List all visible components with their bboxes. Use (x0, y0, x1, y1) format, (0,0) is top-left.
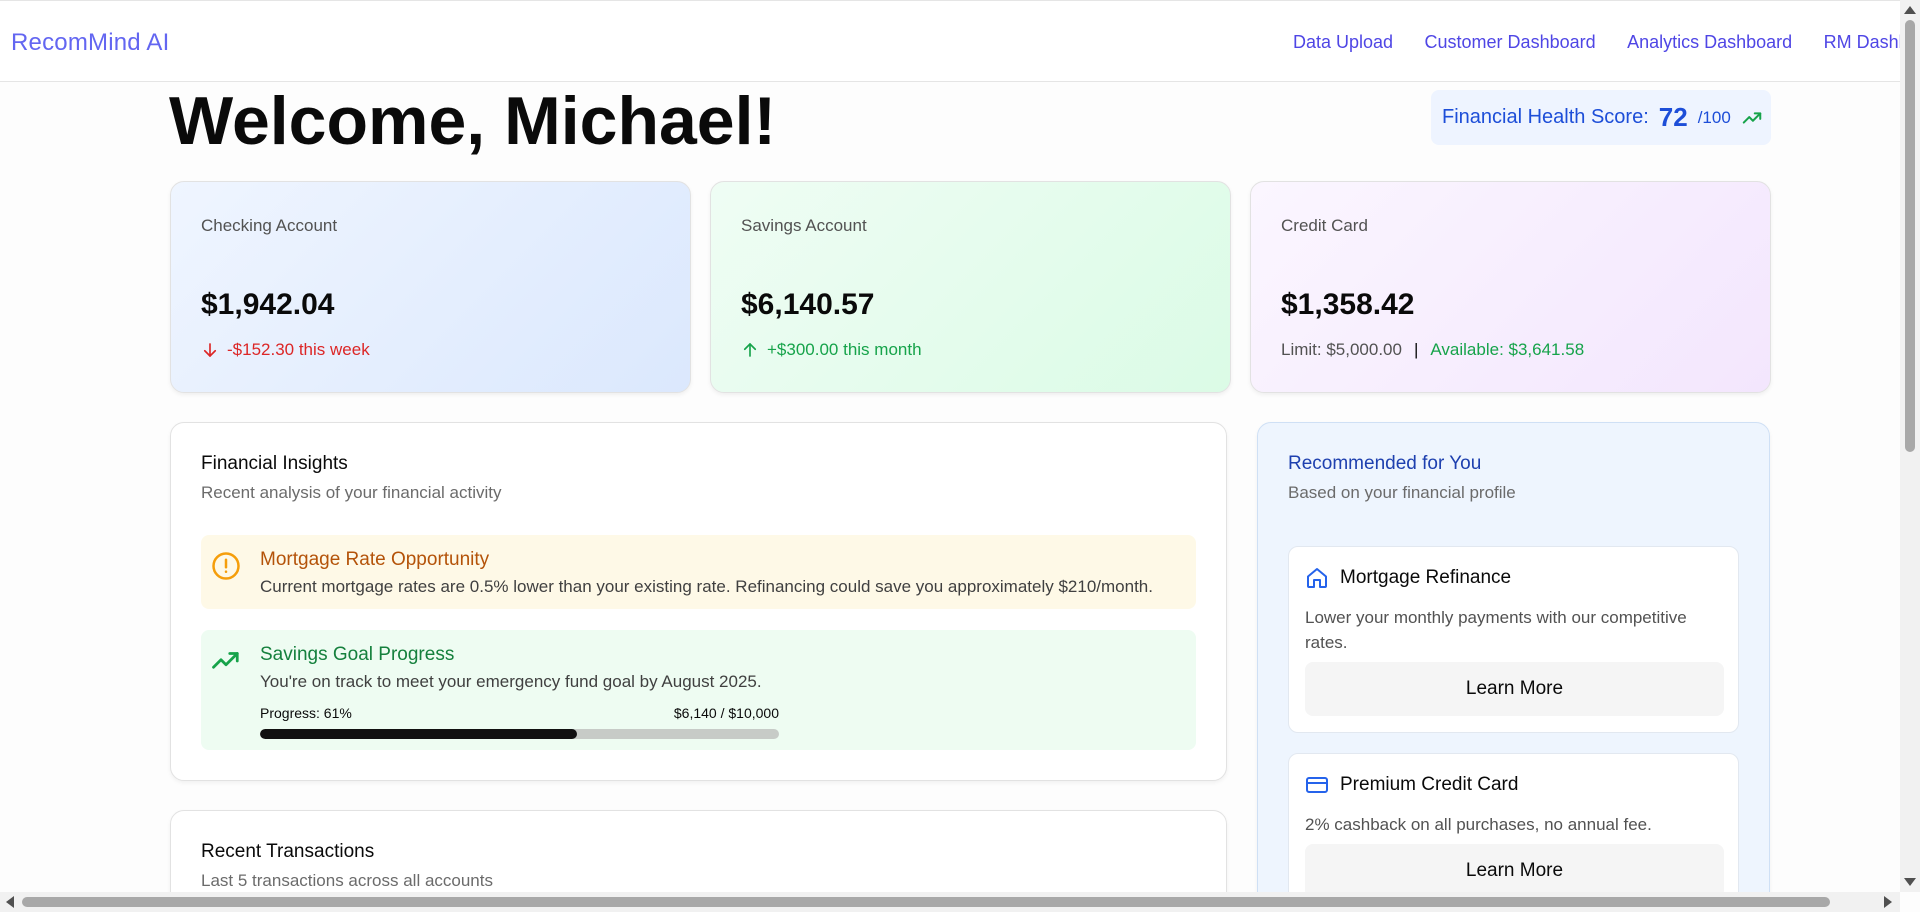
nav-data-upload[interactable]: Data Upload (1293, 32, 1393, 53)
page-title: Welcome, Michael! (169, 83, 777, 159)
credit-available: Available: $3,641.58 (1430, 340, 1585, 359)
card-balance: $1,358.42 (1281, 288, 1415, 321)
top-navbar: RecomMind AI Data Upload Customer Dashbo… (0, 0, 1900, 82)
panel-title: Recent Transactions (201, 841, 375, 862)
credit-card-card[interactable]: Credit Card $1,358.42 Limit: $5,000.00 |… (1250, 181, 1771, 393)
nav-links: Data Upload Customer Dashboard Analytics… (1293, 32, 1900, 53)
recommendation-description: 2% cashback on all purchases, no annual … (1305, 815, 1652, 834)
card-change-text: -$152.30 this week (227, 340, 370, 359)
learn-more-button[interactable]: Learn More (1305, 662, 1724, 716)
progress-bar (260, 729, 779, 739)
savings-goal-alert: Savings Goal Progress You're on track to… (201, 630, 1196, 750)
panel-subtitle: Based on your financial profile (1288, 483, 1516, 502)
scroll-down-arrow-icon[interactable] (1904, 878, 1916, 886)
learn-more-button[interactable]: Learn More (1305, 844, 1724, 898)
panel-title: Financial Insights (201, 453, 348, 474)
financial-health-score: Financial Health Score: 72 /100 (1431, 90, 1771, 145)
savings-account-card[interactable]: Savings Account $6,140.57 +$300.00 this … (710, 181, 1231, 393)
recommended-panel: Recommended for You Based on your financ… (1257, 422, 1770, 912)
credit-card-icon (1306, 777, 1328, 793)
health-score-value: 72 (1658, 102, 1688, 132)
scrollbar-thumb[interactable] (1905, 20, 1915, 452)
panel-subtitle: Recent analysis of your financial activi… (201, 483, 502, 502)
arrow-up-icon (743, 343, 757, 357)
credit-limit: Limit: $5,000.00 (1281, 340, 1402, 359)
mortgage-opportunity-alert: Mortgage Rate Opportunity Current mortga… (201, 535, 1196, 609)
card-balance: $1,942.04 (201, 288, 335, 321)
card-title: Credit Card (1281, 216, 1368, 235)
horizontal-scrollbar[interactable] (0, 892, 1900, 912)
alert-description: You're on track to meet your emergency f… (260, 672, 762, 691)
trending-up-icon (1742, 111, 1762, 124)
card-change: +$300.00 this month (741, 340, 922, 360)
home-icon (1307, 568, 1327, 588)
card-change-text: +$300.00 this month (767, 340, 922, 359)
scroll-right-arrow-icon[interactable] (1884, 896, 1892, 908)
card-title: Checking Account (201, 216, 338, 235)
alert-title: Mortgage Rate Opportunity (260, 549, 490, 570)
recommendation-header: Mortgage Refinance (1305, 566, 1511, 590)
scroll-left-arrow-icon[interactable] (6, 896, 14, 908)
scrollbar-thumb[interactable] (22, 897, 1830, 907)
card-title: Savings Account (741, 216, 867, 235)
recommendation-title: Premium Credit Card (1340, 774, 1519, 795)
checking-account-card[interactable]: Checking Account $1,942.04 -$152.30 this… (170, 181, 691, 393)
brand-logo[interactable]: RecomMind AI (11, 29, 169, 57)
arrow-down-icon (203, 343, 217, 357)
recommendation-header: Premium Credit Card (1305, 773, 1518, 797)
recommendation-title: Mortgage Refinance (1340, 567, 1512, 588)
panel-title: Recommended for You (1288, 453, 1482, 474)
vertical-scrollbar[interactable] (1900, 0, 1920, 892)
panel-subtitle: Last 5 transactions across all accounts (201, 871, 493, 890)
progress-label: Progress: 61% (260, 705, 352, 721)
nav-rm-dashboard[interactable]: RM Dashboard (1824, 32, 1900, 53)
card-change: -$152.30 this week (201, 340, 370, 360)
health-score-max: /100 (1697, 107, 1731, 127)
alert-title: Savings Goal Progress (260, 644, 455, 665)
financial-insights-panel: Financial Insights Recent analysis of yo… (170, 422, 1227, 781)
alert-description: Current mortgage rates are 0.5% lower th… (260, 577, 1153, 596)
recommendation-card: Mortgage Refinance Lower your monthly pa… (1288, 546, 1739, 733)
alert-circle-icon (212, 552, 240, 580)
separator: | (1413, 340, 1419, 359)
progress-meta: Progress: 61% $6,140 / $10,000 (260, 705, 779, 721)
recommendation-description: Lower your monthly payments with our com… (1305, 608, 1687, 652)
card-balance: $6,140.57 (741, 288, 875, 321)
recommendation-card: Premium Credit Card 2% cashback on all p… (1288, 753, 1739, 912)
card-limits: Limit: $5,000.00 | Available: $3,641.58 (1281, 340, 1584, 360)
progress-bar-fill (260, 729, 577, 739)
scroll-up-arrow-icon[interactable] (1904, 6, 1916, 14)
trending-up-icon (212, 652, 239, 669)
nav-analytics-dashboard[interactable]: Analytics Dashboard (1627, 32, 1792, 53)
nav-customer-dashboard[interactable]: Customer Dashboard (1425, 32, 1596, 53)
health-score-label: Financial Health Score: (1442, 106, 1649, 128)
progress-amount: $6,140 / $10,000 (673, 705, 779, 721)
